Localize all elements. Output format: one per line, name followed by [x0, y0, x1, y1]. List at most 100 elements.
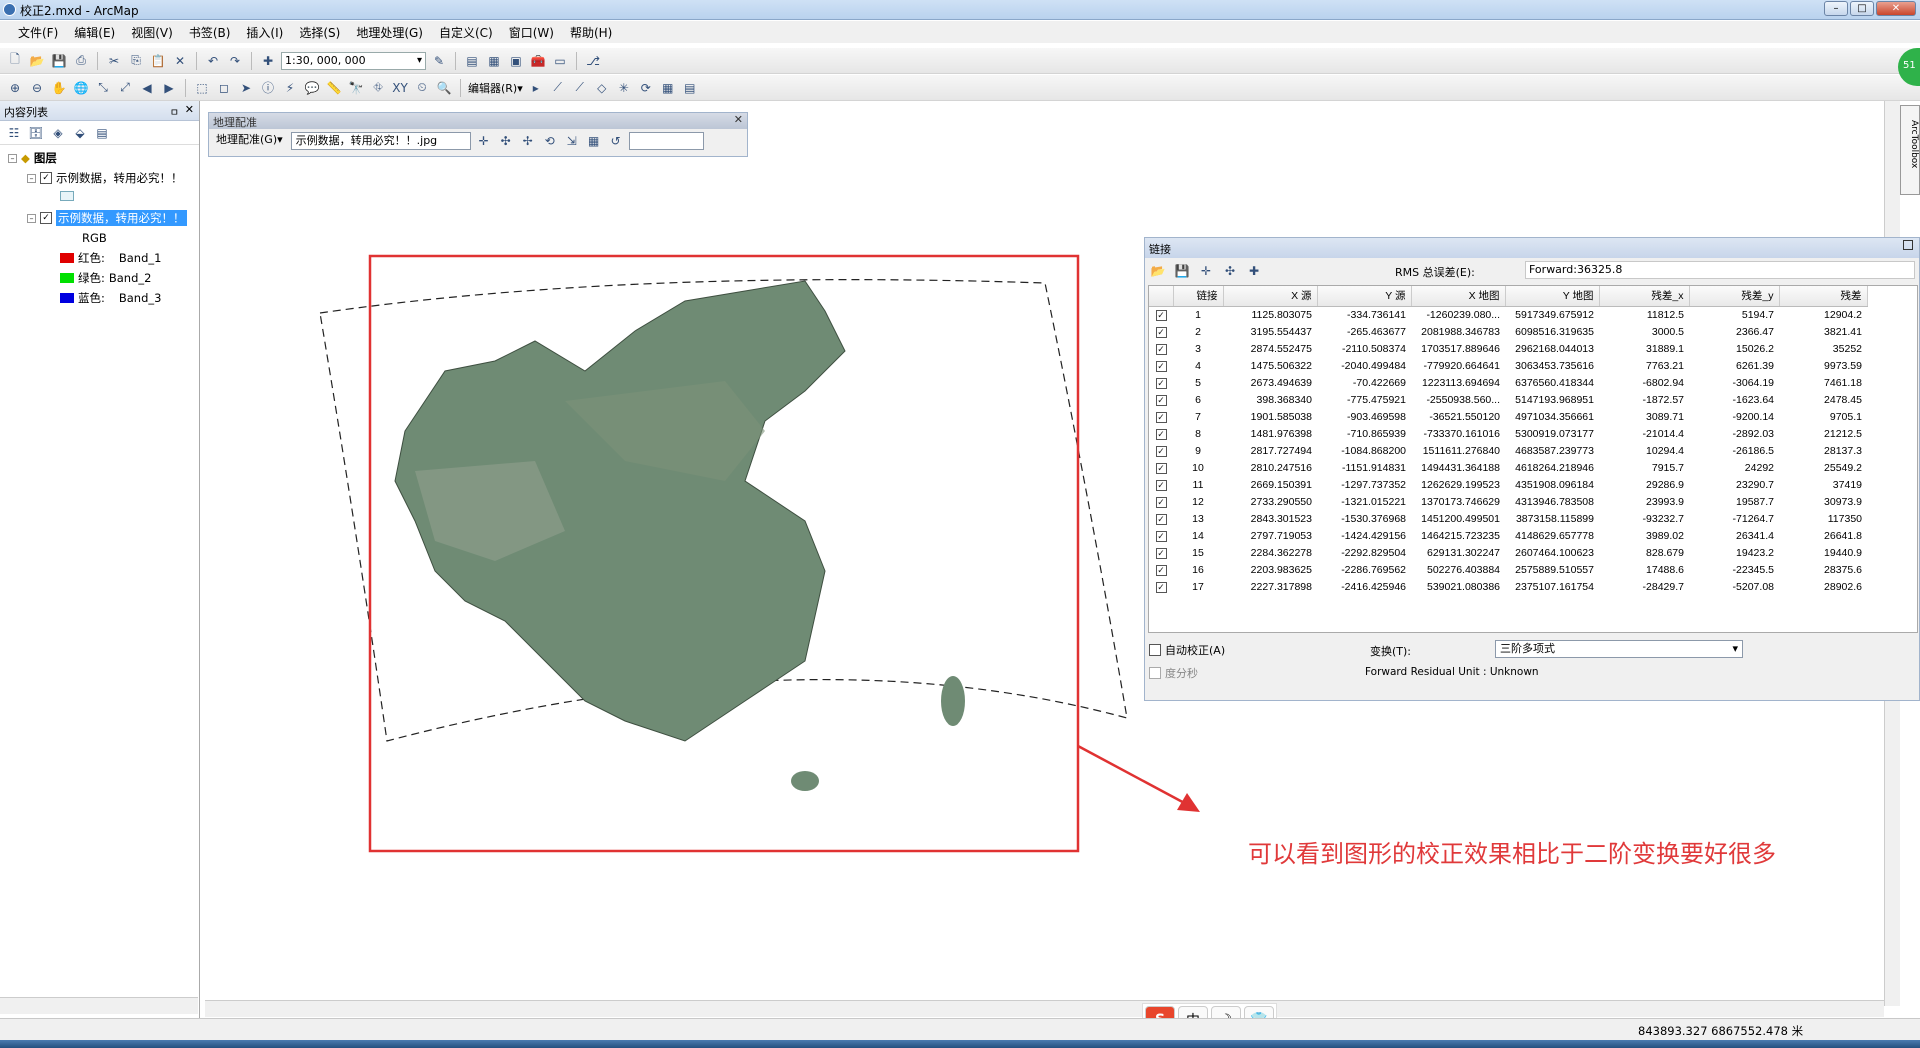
table-cell[interactable]: 14: [1173, 527, 1223, 544]
layer-visibility-checkbox[interactable]: ✓: [40, 172, 52, 184]
table-row[interactable]: ✓ 11 2669.150391 -1297.737352 1262629.199523…: [1149, 476, 1867, 493]
find-route-icon[interactable]: ⛗: [369, 79, 387, 97]
toc-options-icon[interactable]: ▤: [93, 124, 111, 142]
column-header[interactable]: Y 源: [1317, 286, 1412, 307]
copy-icon[interactable]: ⎘: [127, 52, 145, 70]
table-cell[interactable]: 12: [1173, 493, 1223, 510]
table-cell[interactable]: 2733.290550: [1223, 493, 1317, 510]
menu-file[interactable]: 文件(F): [10, 24, 66, 41]
time-slider-icon[interactable]: ⏲: [413, 79, 431, 97]
link-enabled-checkbox[interactable]: ✓: [1155, 513, 1167, 525]
fixed-zoom-out-icon[interactable]: ⤢: [116, 79, 134, 97]
table-cell[interactable]: -1151.914831: [1317, 459, 1411, 476]
table-cell[interactable]: 23993.9: [1599, 493, 1689, 510]
table-cell[interactable]: 9: [1173, 442, 1223, 459]
table-cell[interactable]: 19587.7: [1689, 493, 1779, 510]
table-row[interactable]: ✓ 10 2810.247516 -1151.914831 1494431.364188…: [1149, 459, 1867, 476]
find-icon[interactable]: 🔭: [347, 79, 365, 97]
link-enabled-checkbox[interactable]: ✓: [1155, 547, 1167, 559]
zoom-out-icon[interactable]: ⊖: [28, 79, 46, 97]
table-cell[interactable]: 10: [1173, 459, 1223, 476]
fixed-zoom-in-icon[interactable]: ⤡: [94, 79, 112, 97]
table-cell[interactable]: 37419: [1779, 476, 1867, 493]
reset-transform-icon[interactable]: ↺: [607, 132, 625, 150]
table-cell[interactable]: 4351908.096184: [1505, 476, 1599, 493]
table-cell[interactable]: 4683587.239773: [1505, 442, 1599, 459]
table-cell[interactable]: 1703517.889646: [1411, 340, 1505, 357]
table-cell[interactable]: -265.463677: [1317, 323, 1411, 340]
table-cell[interactable]: 2366.47: [1689, 323, 1779, 340]
table-cell[interactable]: -1530.376968: [1317, 510, 1411, 527]
column-header[interactable]: 链接: [1173, 286, 1224, 307]
forward-icon[interactable]: ▶: [160, 79, 178, 97]
table-cell[interactable]: 2817.727494: [1223, 442, 1317, 459]
table-cell[interactable]: 3089.71: [1599, 408, 1689, 425]
table-cell[interactable]: 1901.585038: [1223, 408, 1317, 425]
table-row[interactable]: ✓ 17 2227.317898 -2416.425946 539021.080386 2…: [1149, 578, 1867, 595]
table-cell[interactable]: 25549.2: [1779, 459, 1867, 476]
table-cell[interactable]: 2669.150391: [1223, 476, 1317, 493]
table-cell[interactable]: 2575889.510557: [1505, 561, 1599, 578]
table-cell[interactable]: 21212.5: [1779, 425, 1867, 442]
table-cell[interactable]: 502276.403884: [1411, 561, 1505, 578]
table-cell[interactable]: -2292.829504: [1317, 544, 1411, 561]
georef-menu[interactable]: 地理配准(G)▾: [212, 132, 287, 150]
collapse-icon[interactable]: –: [27, 213, 36, 223]
dms-checkbox[interactable]: [1149, 667, 1161, 679]
table-cell[interactable]: 2797.719053: [1223, 527, 1317, 544]
pan-icon[interactable]: ✋: [50, 79, 68, 97]
transform-select[interactable]: 三阶多项式 ▾: [1495, 640, 1743, 658]
table-cell[interactable]: 5917349.675912: [1505, 306, 1599, 323]
table-cell[interactable]: -1623.64: [1689, 391, 1779, 408]
link-enabled-checkbox[interactable]: ✓: [1155, 564, 1167, 576]
table-cell[interactable]: 2081988.346783: [1411, 323, 1505, 340]
table-cell[interactable]: 26641.8: [1779, 527, 1867, 544]
column-header[interactable]: X 地图: [1411, 286, 1506, 307]
auto-adjust-option[interactable]: 自动校正(A): [1149, 642, 1225, 658]
auto-registration-icon[interactable]: ✣: [497, 132, 515, 150]
shift-icon[interactable]: ⇲: [563, 132, 581, 150]
table-row[interactable]: ✓ 8 1481.976398 -710.865939 -733370.161016 53…: [1149, 425, 1867, 442]
split-icon[interactable]: ✳: [615, 79, 633, 97]
menu-edit[interactable]: 编辑(E): [66, 24, 123, 41]
layer-visibility-checkbox[interactable]: ✓: [40, 212, 52, 224]
redo-icon[interactable]: ↷: [226, 52, 244, 70]
table-cell[interactable]: 3873158.115899: [1505, 510, 1599, 527]
maximize-button[interactable]: □: [1850, 1, 1874, 16]
column-header[interactable]: Y 地图: [1505, 286, 1600, 307]
table-row[interactable]: ✓ 1 1125.803075 -334.736141 -1260239.080... 5…: [1149, 306, 1867, 323]
link-enabled-checkbox[interactable]: ✓: [1155, 326, 1167, 338]
table-cell[interactable]: 28375.6: [1779, 561, 1867, 578]
table-cell[interactable]: -710.865939: [1317, 425, 1411, 442]
open-icon[interactable]: 📂: [28, 52, 46, 70]
table-cell[interactable]: 2478.45: [1779, 391, 1867, 408]
link-enabled-checkbox[interactable]: ✓: [1155, 428, 1167, 440]
table-cell[interactable]: -93232.7: [1599, 510, 1689, 527]
model-builder-icon[interactable]: ⎇: [584, 52, 602, 70]
full-extent-icon[interactable]: 🌐: [72, 79, 90, 97]
table-cell[interactable]: -1321.015221: [1317, 493, 1411, 510]
table-row[interactable]: ✓ 15 2284.362278 -2292.829504 629131.302247 2…: [1149, 544, 1867, 561]
clear-selection-icon[interactable]: ◻: [215, 79, 233, 97]
table-cell[interactable]: 12904.2: [1779, 306, 1867, 323]
table-cell[interactable]: 1125.803075: [1223, 306, 1317, 323]
table-cell[interactable]: 1494431.364188: [1411, 459, 1505, 476]
table-cell[interactable]: 11: [1173, 476, 1223, 493]
link-enabled-checkbox[interactable]: ✓: [1155, 394, 1167, 406]
table-cell[interactable]: 2203.983625: [1223, 561, 1317, 578]
add-data-icon[interactable]: ✚: [259, 52, 277, 70]
close-icon[interactable]: ✕: [185, 103, 194, 116]
table-cell[interactable]: 26341.4: [1689, 527, 1779, 544]
link-enabled-checkbox[interactable]: ✓: [1155, 530, 1167, 542]
close-button[interactable]: ✕: [1876, 1, 1916, 16]
map-scale-combo[interactable]: 1:30, 000, 000: [281, 51, 426, 70]
table-cell[interactable]: 6376560.418344: [1505, 374, 1599, 391]
link-enabled-checkbox[interactable]: ✓: [1155, 496, 1167, 508]
table-cell[interactable]: 117350: [1779, 510, 1867, 527]
menu-selection[interactable]: 选择(S): [291, 24, 348, 41]
table-cell[interactable]: 3: [1173, 340, 1223, 357]
dms-option[interactable]: 度分秒: [1149, 665, 1198, 681]
save-links-icon[interactable]: 💾: [1173, 262, 1191, 280]
save-icon[interactable]: 💾: [50, 52, 68, 70]
select-elements-icon[interactable]: ➤: [237, 79, 255, 97]
